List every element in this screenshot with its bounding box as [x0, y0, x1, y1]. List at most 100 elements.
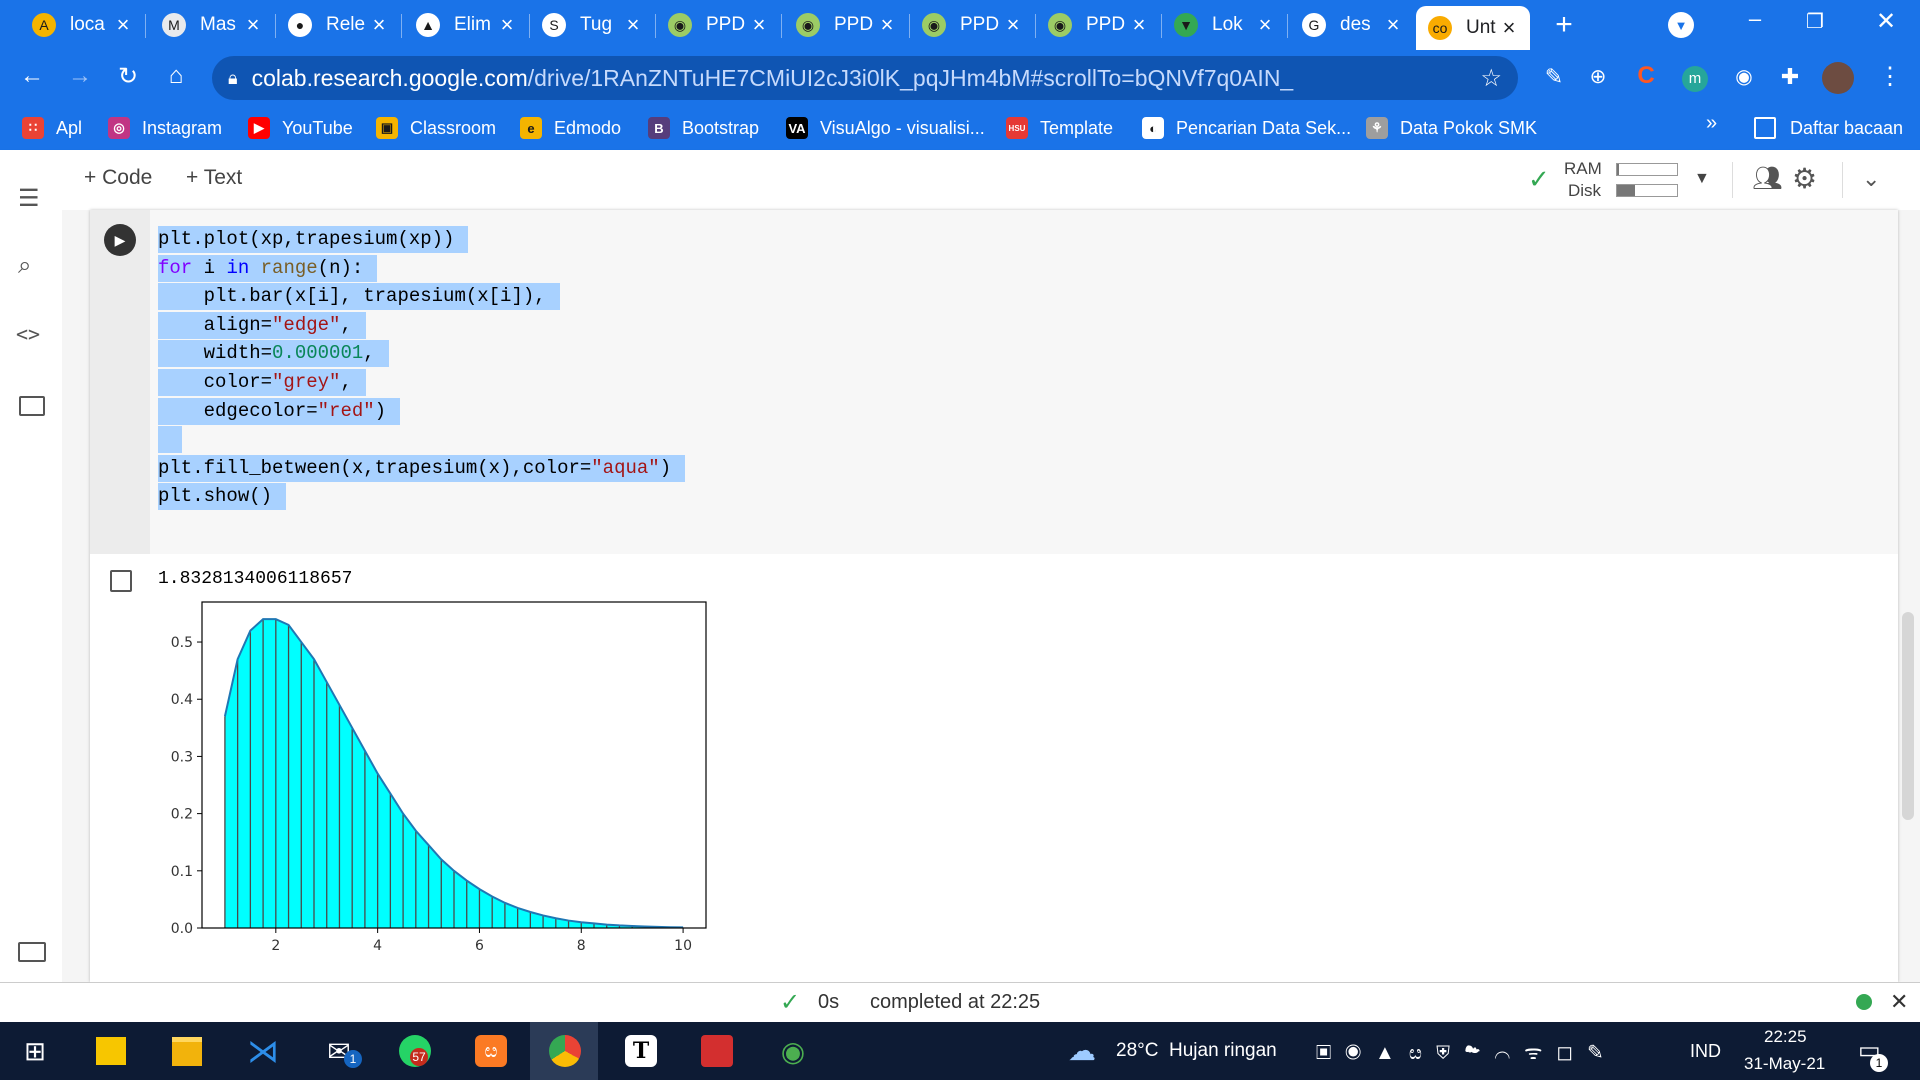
sticky-notes-icon[interactable]	[88, 1028, 134, 1074]
more-bookmarks-button[interactable]: »	[1706, 112, 1717, 135]
add-code-button[interactable]: + Code	[84, 166, 152, 190]
search-icon[interactable]: ⌕	[18, 252, 31, 280]
pen-extension-icon[interactable]: ✎	[1536, 64, 1572, 90]
code-line[interactable]: width=0.000001,	[158, 340, 389, 368]
code-line[interactable]: color="grey",	[158, 369, 366, 396]
bookmark-item[interactable]: ◐ Pencarian Data Sek...	[1142, 106, 1351, 150]
code-snippets-icon[interactable]: <>	[16, 322, 40, 346]
disk-usage-bar[interactable]	[1616, 184, 1678, 197]
browser-tab[interactable]: Gdes ×	[1290, 6, 1414, 44]
share-people-icon[interactable]: 👥︎	[1752, 164, 1782, 193]
reading-list-button[interactable]: Daftar bacaan	[1754, 106, 1903, 150]
close-window-button[interactable]: ✕	[1866, 4, 1906, 40]
vscode-icon[interactable]: ⋊	[240, 1028, 286, 1074]
runtime-dropdown-icon[interactable]: ▼	[1694, 170, 1710, 188]
output-icon[interactable]	[110, 570, 132, 592]
bookmark-item[interactable]: ◎ Instagram	[108, 106, 222, 150]
browser-tab[interactable]: S Tug ×	[530, 6, 654, 44]
table-of-contents-icon[interactable]: ☰	[18, 184, 40, 213]
run-cell-button[interactable]: ▶	[104, 224, 136, 256]
browser-tab[interactable]: ▲ Elim ×	[404, 6, 528, 44]
ram-usage-bar[interactable]	[1616, 163, 1678, 176]
new-tab-button[interactable]: +	[1546, 8, 1582, 42]
browser-menu-icon[interactable]: ⋮	[1872, 62, 1908, 91]
command-palette-icon[interactable]	[18, 942, 46, 962]
windows-start-icon[interactable]: ⊞	[12, 1028, 58, 1074]
scrollbar-thumb[interactable]	[1902, 612, 1914, 820]
browser-tab[interactable]: M Mas ×	[150, 6, 274, 44]
settings-gear-icon[interactable]: ⚙	[1792, 162, 1817, 195]
file-explorer-icon[interactable]	[164, 1028, 210, 1074]
code-line[interactable]: plt.show()	[158, 483, 287, 511]
code-line[interactable]: plt.fill_between(x,trapesium(x),color="a…	[158, 454, 686, 482]
browser-tab[interactable]: ◉ PPD ×	[910, 6, 1034, 44]
back-arrow-icon[interactable]: ←	[14, 62, 50, 90]
code-line[interactable]: plt.bar(x[i], trapesium(x[i]),	[158, 283, 560, 311]
tray-icons[interactable]: ▣◉▲ೞ⛨☁⌒ᯤ◻✎	[1316, 1038, 1618, 1065]
add-text-button[interactable]: + Text	[186, 166, 242, 190]
extension-globe-icon[interactable]: ◉	[1726, 64, 1762, 89]
extension-h-icon[interactable]: ⊕	[1580, 64, 1616, 89]
extension-m-icon[interactable]: m	[1682, 66, 1708, 92]
typora-icon[interactable]: T	[618, 1028, 664, 1074]
code-line[interactable]: plt.plot(xp,trapesium(xp))	[158, 226, 469, 253]
forward-arrow-icon[interactable]: →	[62, 62, 98, 90]
browser-tab[interactable]: ● Rele ×	[276, 6, 400, 44]
browser-tab[interactable]: ◉ PPD ×	[784, 6, 908, 44]
bookmark-item[interactable]: e Edmodo	[520, 106, 621, 150]
tab-close-icon[interactable]: ×	[1254, 12, 1276, 38]
tab-close-icon[interactable]: ×	[1498, 15, 1520, 41]
xampp-icon[interactable]: ೞ	[468, 1028, 514, 1074]
tab-close-icon[interactable]: ×	[1002, 12, 1024, 38]
bookmark-label: Instagram	[142, 117, 223, 138]
clock-date[interactable]: 31-May-21	[1744, 1054, 1825, 1074]
weather-text[interactable]: 28°C Hujan ringan	[1116, 1040, 1277, 1062]
clock-time[interactable]: 22:25	[1764, 1027, 1807, 1047]
code-line[interactable]: edgecolor="red")	[158, 397, 401, 425]
language-indicator[interactable]: IND	[1690, 1041, 1721, 1062]
collapse-header-icon[interactable]: ⌄	[1862, 166, 1880, 192]
bookmark-item[interactable]: ⚘ Data Pokok SMK	[1366, 106, 1537, 150]
close-status-icon[interactable]: ✕	[1890, 989, 1908, 1015]
tab-close-icon[interactable]: ×	[622, 12, 644, 38]
browser-tab[interactable]: ◉ PPD ×	[1036, 6, 1160, 44]
files-folder-icon[interactable]	[19, 396, 45, 416]
chrome-icon[interactable]	[542, 1028, 588, 1074]
acrobat-icon[interactable]	[694, 1028, 740, 1074]
code-line[interactable]	[158, 426, 182, 454]
extensions-puzzle-icon[interactable]: ✚	[1772, 64, 1808, 90]
tab-close-icon[interactable]: ×	[876, 12, 898, 38]
tab-close-icon[interactable]: ×	[748, 12, 770, 38]
bookmark-item[interactable]: ∷ Apl	[22, 106, 82, 150]
home-icon[interactable]: ⌂	[158, 62, 194, 90]
tab-close-icon[interactable]: ×	[1382, 12, 1404, 38]
code-line[interactable]: for i in range(n):	[158, 254, 378, 282]
tab-search-icon[interactable]: ▼	[1668, 12, 1694, 38]
tab-close-icon[interactable]: ×	[368, 12, 390, 38]
tab-close-icon[interactable]: ×	[242, 12, 264, 38]
tab-close-icon[interactable]: ×	[496, 12, 518, 38]
minimize-button[interactable]: –	[1735, 4, 1775, 40]
browser-tab[interactable]: co Unt ×	[1416, 6, 1530, 50]
tab-close-icon[interactable]: ×	[1128, 12, 1150, 38]
code-line[interactable]: align="edge",	[158, 311, 366, 339]
browser-tab[interactable]: Aloca ×	[20, 6, 144, 44]
restore-button[interactable]: ❐	[1795, 4, 1835, 40]
tab-close-icon[interactable]: ×	[112, 12, 134, 38]
bookmark-item[interactable]: HSU Template	[1006, 106, 1113, 150]
bookmark-star-icon[interactable]: ☆	[1480, 64, 1502, 93]
bookmark-item[interactable]: B Bootstrap	[648, 106, 759, 150]
code-token: "edge"	[272, 313, 341, 336]
code-editor[interactable]	[150, 210, 1898, 554]
browser-tab[interactable]: ◉ PPD ×	[656, 6, 780, 44]
bookmark-item[interactable]: ▶ YouTube	[248, 106, 353, 150]
bookmark-item[interactable]: VA VisuAlgo - visualisi...	[786, 106, 985, 150]
profile-avatar[interactable]	[1822, 62, 1854, 94]
reload-icon[interactable]: ↻	[110, 62, 146, 91]
idm-icon[interactable]: ◉	[770, 1028, 816, 1074]
extension-c-icon[interactable]: C	[1628, 62, 1664, 90]
bookmark-item[interactable]: ▣ Classroom	[376, 106, 496, 150]
address-bar[interactable]: 🔒︎ colab.research.google.com/drive/1RAnZ…	[212, 56, 1518, 100]
code-token: range	[260, 256, 318, 279]
browser-tab[interactable]: ▼ Lok ×	[1162, 6, 1286, 44]
